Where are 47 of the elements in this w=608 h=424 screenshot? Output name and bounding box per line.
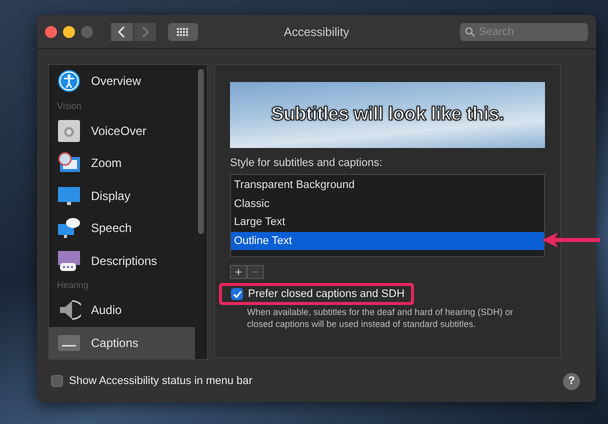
pointer-arrow	[542, 232, 600, 248]
screen-speech-bubble-icon	[57, 248, 81, 273]
close-button[interactable]	[45, 26, 57, 38]
speaker-icon	[57, 298, 81, 322]
window-title: Accessibility	[284, 24, 350, 39]
chevron-left-icon	[118, 26, 126, 38]
sidebar-item[interactable]: VoiceOver	[49, 114, 195, 148]
checkbox[interactable]	[231, 288, 243, 300]
sidebar-item-label: Display	[91, 188, 130, 203]
search-icon	[465, 26, 475, 37]
sidebar-item-label: Captions	[91, 336, 138, 350]
preview-text: Subtitles will look like this.	[271, 104, 504, 126]
checkbox[interactable]	[51, 375, 63, 388]
back-button[interactable]	[111, 22, 133, 41]
style-option[interactable]: Outline Text	[231, 232, 544, 250]
monitor-speech-bubble-icon	[57, 216, 81, 240]
scrollbar[interactable]	[198, 69, 204, 234]
sidebar-item-label: VoiceOver	[91, 124, 146, 138]
checkbox-label: Show Accessibility status in menu bar	[69, 375, 252, 388]
style-label: Style for subtitles and captions:	[230, 157, 384, 170]
accessibility-person-icon	[57, 69, 81, 94]
sidebar-item[interactable]: Speech	[49, 212, 195, 245]
sidebar-item[interactable]: Audio	[49, 294, 195, 327]
sidebar-item[interactable]: Zoom	[49, 147, 195, 180]
sidebar-item-label: Overview	[91, 74, 142, 88]
section-header: Vision	[56, 100, 82, 113]
sidebar-item-label: Zoom	[91, 156, 122, 170]
sidebar-item[interactable]: Overview	[49, 65, 195, 98]
sidebar-item[interactable]: Display	[49, 180, 195, 212]
section-header: Hearing	[56, 279, 90, 292]
chevron-right-icon	[141, 26, 149, 38]
sidebar-item-label: Speech	[91, 221, 132, 236]
speaker-badge-icon	[57, 118, 81, 143]
add-button[interactable]: +	[230, 265, 247, 280]
checkbox-label: Prefer closed captions and SDH	[248, 288, 405, 300]
style-option[interactable]: Large Text	[231, 213, 544, 232]
style-option[interactable]: Transparent Background	[231, 176, 544, 195]
help-button[interactable]: ?	[563, 372, 580, 390]
style-option[interactable]: Classic	[231, 194, 544, 214]
description-text: When available, subtitles for the deaf and hard of hearing (SDH) or closed captions will be used instead of standard subtitles.	[247, 306, 514, 330]
sidebar-item-label: Descriptions	[91, 254, 158, 268]
minimize-button[interactable]	[63, 26, 75, 38]
sidebar-item[interactable]: Captions	[49, 326, 195, 360]
show-all-button[interactable]	[168, 22, 198, 41]
sidebar-item[interactable]: Descriptions	[49, 244, 195, 278]
grid-icon	[177, 28, 189, 36]
sidebar-item-label: Audio	[91, 303, 122, 318]
